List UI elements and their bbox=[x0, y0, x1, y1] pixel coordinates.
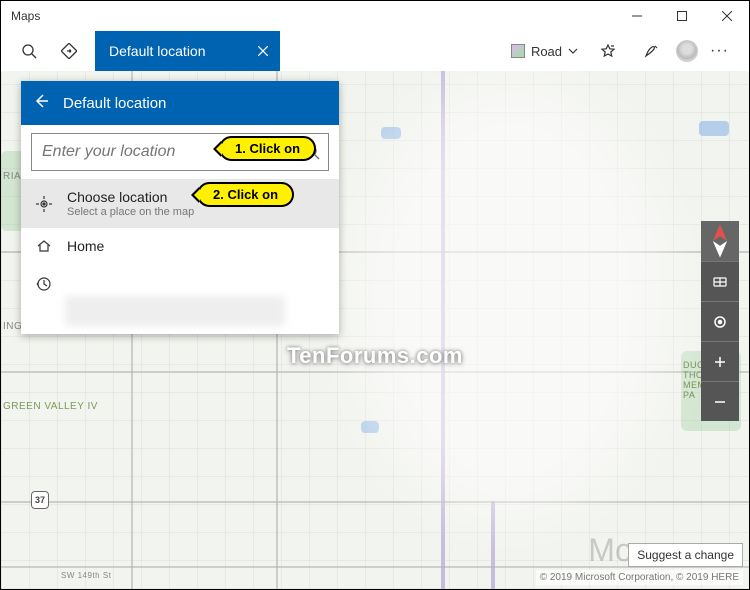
annotation-callout-2: 2. Click on bbox=[197, 182, 294, 207]
redacted-content bbox=[65, 296, 285, 326]
home-option[interactable]: Home bbox=[21, 228, 339, 264]
more-options-button[interactable]: ··· bbox=[702, 38, 737, 64]
compass-button[interactable] bbox=[701, 221, 739, 261]
close-button[interactable] bbox=[704, 1, 749, 31]
back-icon[interactable] bbox=[33, 93, 49, 113]
maximize-button[interactable] bbox=[659, 1, 704, 31]
default-location-panel: Default location ✕ Choose location Selec… bbox=[21, 81, 339, 334]
directions-icon[interactable] bbox=[49, 31, 89, 71]
minimize-button[interactable] bbox=[614, 1, 659, 31]
map-label: SW 149th St bbox=[61, 571, 111, 580]
zoom-in-button[interactable] bbox=[701, 341, 739, 381]
history-icon bbox=[35, 276, 53, 292]
zoom-out-button[interactable] bbox=[701, 381, 739, 421]
home-icon bbox=[35, 238, 53, 254]
panel-header: Default location bbox=[21, 81, 339, 125]
window-titlebar: Maps bbox=[1, 1, 749, 31]
suggest-change-button[interactable]: Suggest a change bbox=[628, 543, 743, 567]
annotation-callout-1: 1. Click on bbox=[219, 136, 316, 161]
default-location-label: Default location bbox=[109, 43, 206, 59]
panel-title: Default location bbox=[63, 95, 166, 112]
default-location-tag[interactable]: Default location bbox=[95, 31, 280, 71]
option-title: Home bbox=[67, 238, 325, 254]
toolbar: Default location Road ··· bbox=[1, 31, 749, 71]
map-style-swatch-icon bbox=[511, 44, 525, 58]
ink-icon[interactable] bbox=[632, 31, 672, 71]
chevron-down-icon bbox=[568, 46, 578, 56]
option-subtitle: Select a place on the map bbox=[67, 206, 325, 218]
map-style-dropdown[interactable]: Road bbox=[505, 40, 584, 63]
search-icon[interactable] bbox=[9, 31, 49, 71]
app-title: Maps bbox=[11, 9, 40, 23]
map-control-strip bbox=[701, 221, 739, 421]
window-controls bbox=[614, 1, 749, 31]
copyright-text: © 2019 Microsoft Corporation, © 2019 HER… bbox=[536, 570, 743, 585]
close-icon[interactable] bbox=[252, 40, 274, 62]
route-shield: 37 bbox=[31, 491, 49, 509]
tilt-button[interactable] bbox=[701, 261, 739, 301]
user-avatar[interactable] bbox=[676, 40, 698, 62]
target-icon bbox=[35, 196, 53, 212]
favorites-icon[interactable] bbox=[588, 31, 628, 71]
watermark: TenForums.com bbox=[287, 343, 463, 369]
recent-option[interactable] bbox=[21, 264, 339, 292]
map-style-label: Road bbox=[531, 44, 562, 59]
map-label: GREEN VALLEY IV bbox=[3, 401, 98, 412]
map-footer: Suggest a change © 2019 Microsoft Corpor… bbox=[530, 539, 749, 589]
locate-me-button[interactable] bbox=[701, 301, 739, 341]
